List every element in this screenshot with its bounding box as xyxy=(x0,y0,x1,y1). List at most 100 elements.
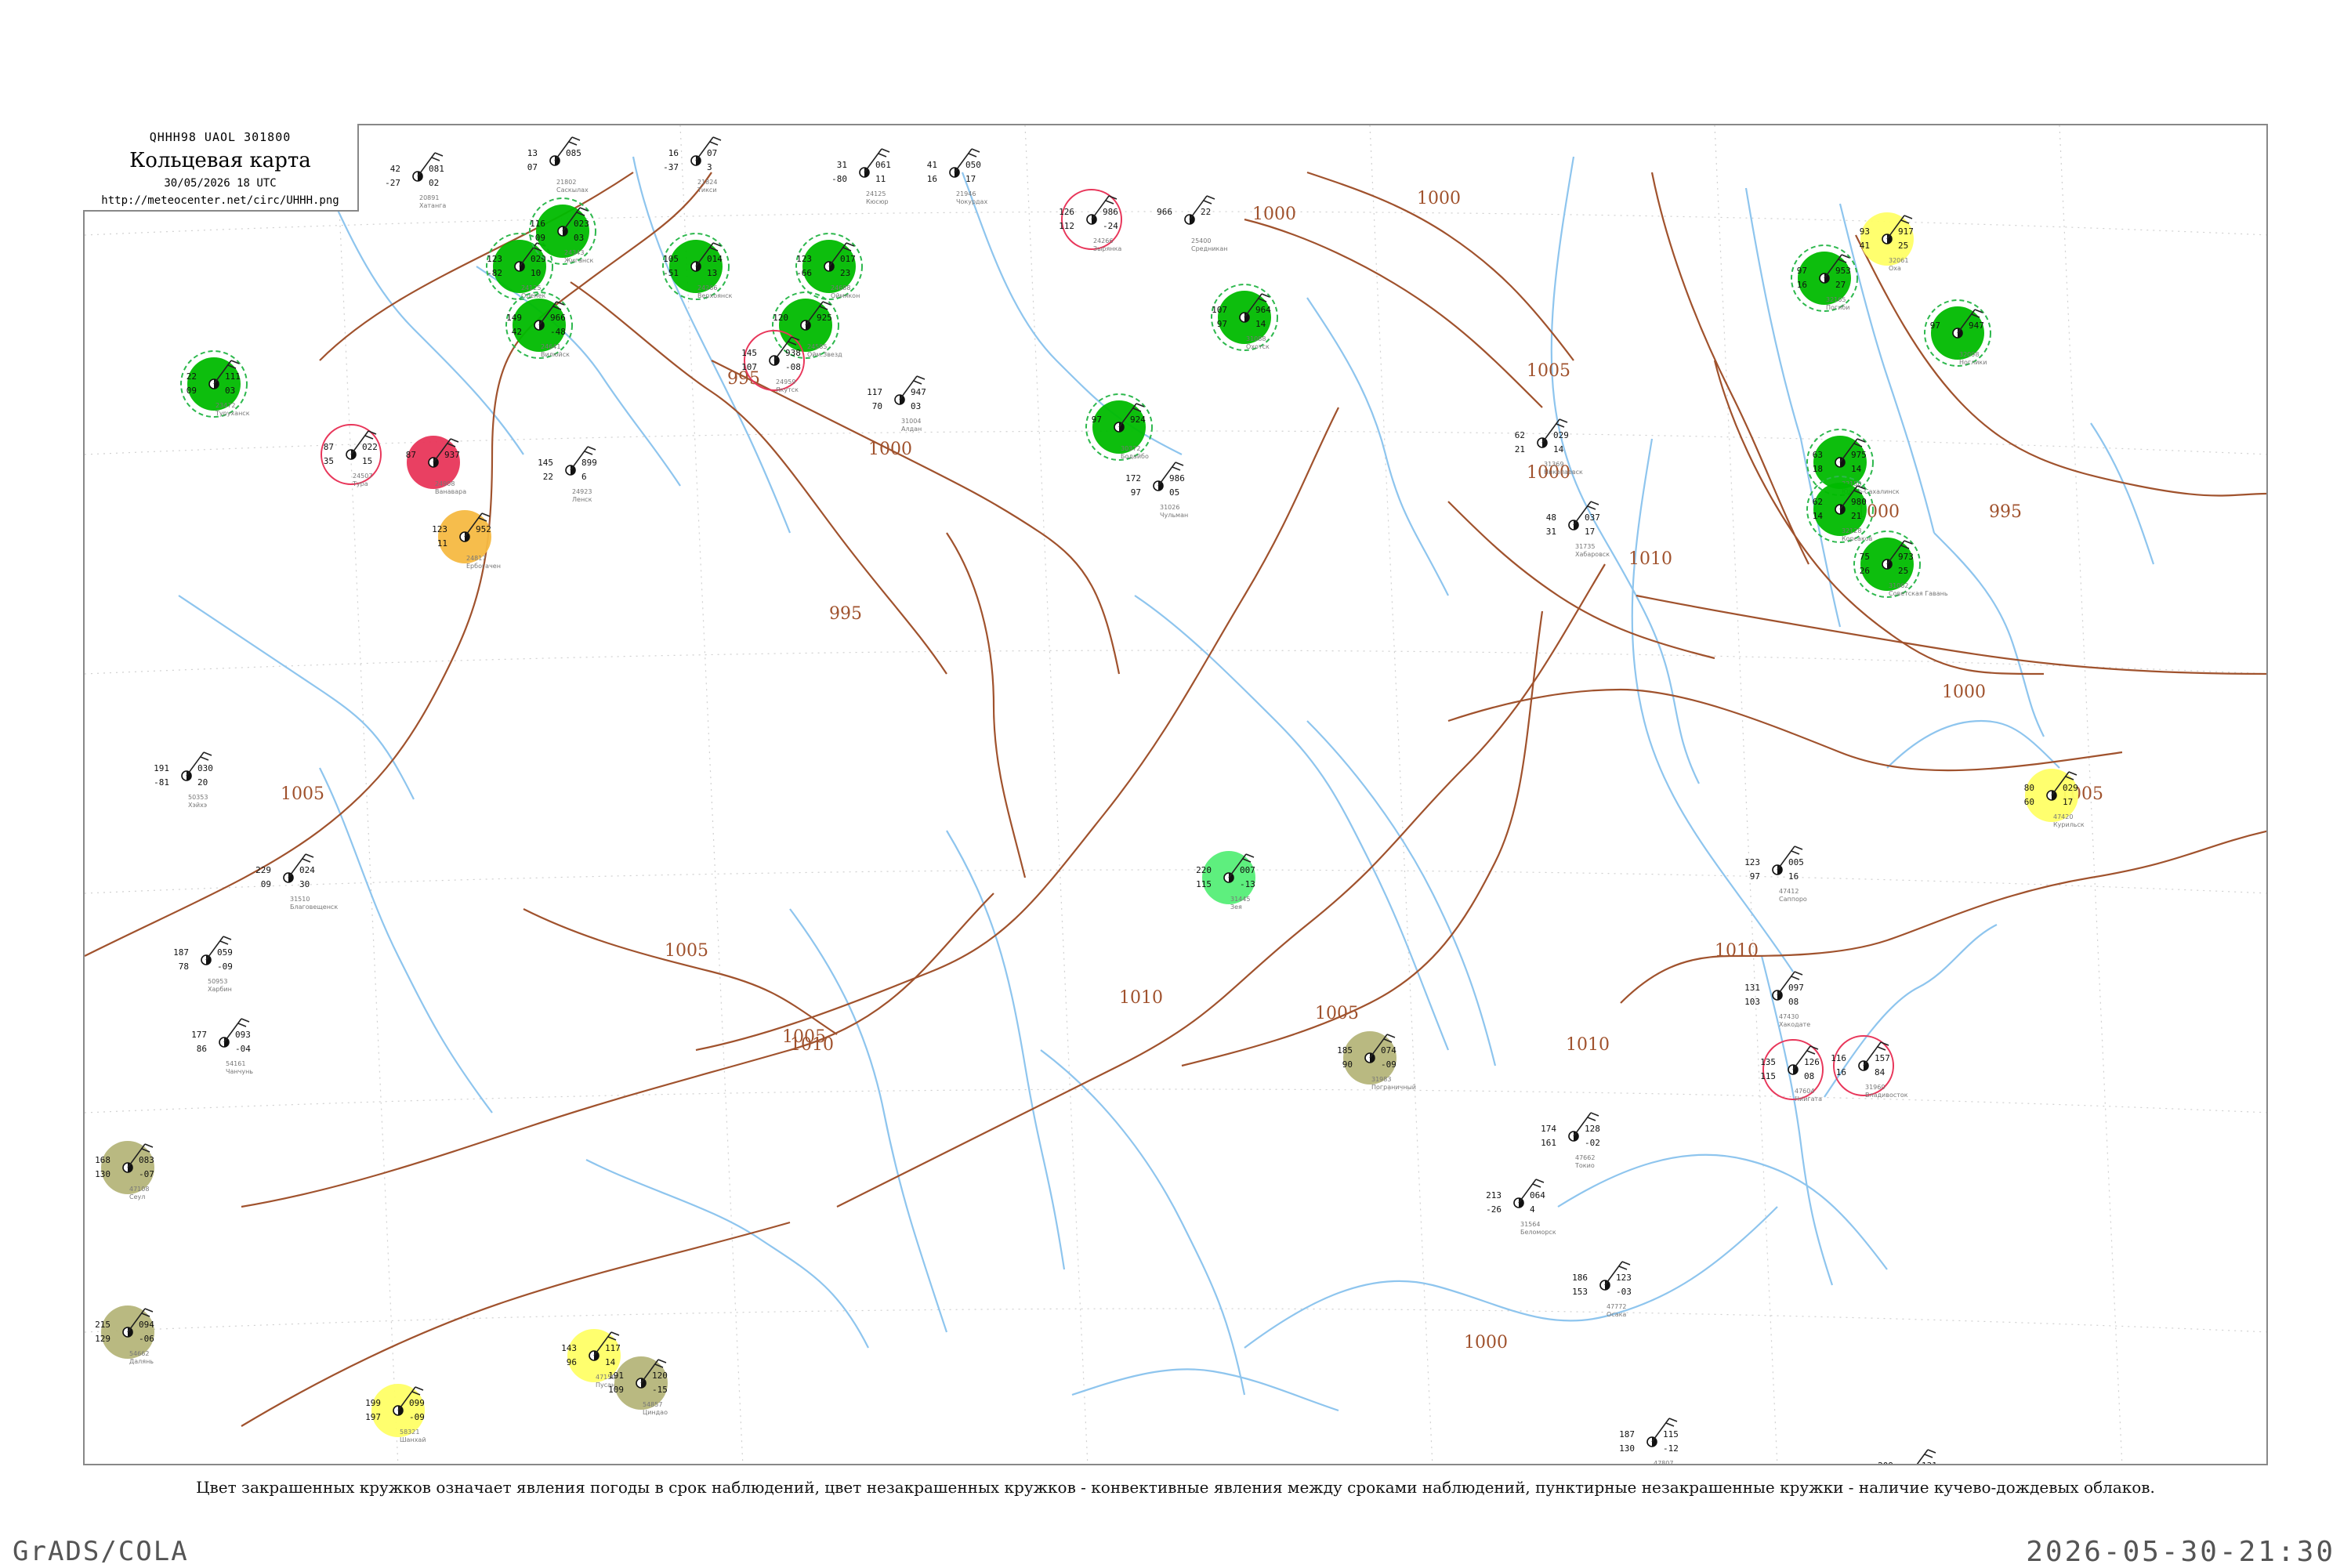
station-value: 115 xyxy=(1760,1071,1776,1081)
station-value: 31 xyxy=(837,160,847,170)
station-value: 007 xyxy=(1240,865,1255,875)
station-value: -04 xyxy=(235,1044,251,1054)
station-value: 3 xyxy=(707,162,712,172)
station-value: 05 xyxy=(1169,487,1179,498)
station-value: 899 xyxy=(581,458,597,468)
station-value: 149 xyxy=(506,313,522,323)
station-name: Курильск xyxy=(2053,821,2085,828)
station-value: 105 xyxy=(663,254,679,264)
station-value: 14 xyxy=(1851,464,1862,474)
station-plot[interactable]: 168 083 130 -07 47108Сеул xyxy=(95,1141,154,1200)
station-plot[interactable]: 187115130-1247807Фукуока xyxy=(1619,1418,1682,1465)
station-plot[interactable]: 185 074 90 -09 31983Пограничный xyxy=(1337,1031,1416,1091)
station-plot[interactable]: 149 966 42 -48 24641Вилюйск xyxy=(505,292,573,359)
station-plot[interactable]: 177 093 86 -04 54161Чанчунь xyxy=(191,1018,253,1075)
station-plot[interactable]: 62 029 21 14 31369Николаевск xyxy=(1515,418,1583,476)
station-value: 213 xyxy=(1486,1190,1502,1200)
synoptic-map: 1005100099510009951000100510051010101010… xyxy=(85,125,2266,1465)
station-plot[interactable]: 172 986 97 05 31026Чульман xyxy=(1125,462,1188,519)
station-plot[interactable]: 135 126 115 08 47604Ниигата xyxy=(1760,1039,1824,1103)
station-value: 109 xyxy=(608,1385,624,1395)
station-value: 966 xyxy=(1157,207,1172,217)
station-plot[interactable]: 2091311950247817Нагасаки xyxy=(1878,1449,1943,1465)
station-value: 199 xyxy=(365,1398,381,1408)
station-value: 161 xyxy=(1541,1138,1556,1148)
station-name: Хабаровск xyxy=(1575,551,1610,558)
station-name: Оймякон xyxy=(831,292,860,299)
station-plot[interactable]: 191 030 -81 20 50353Хэйхэ xyxy=(154,751,213,809)
station-value: -08 xyxy=(785,362,801,372)
station-name: Хатанга xyxy=(419,202,446,209)
station-plot[interactable]: 41 050 16 17 21946Чокурдах xyxy=(927,148,988,205)
station-value: 16 xyxy=(1788,871,1799,882)
station-plot[interactable]: 220 007 115 -13 31445Зея xyxy=(1196,851,1255,911)
station-plot[interactable]: 97 953 16 27 32165Погиби xyxy=(1791,244,1858,312)
station-value: 964 xyxy=(1255,305,1271,315)
station-plot[interactable]: 87 937 24908Ванавара xyxy=(406,436,466,495)
station-value: 16 xyxy=(927,174,937,184)
station-id: 31369 xyxy=(1544,461,1563,468)
station-plot[interactable]: 186 123 153 -03 47772Осака xyxy=(1572,1261,1632,1318)
station-plot[interactable]: 199 099 197 -09 58321Шанхай xyxy=(365,1384,426,1443)
station-plot[interactable]: 174 128 161 -02 47662Токио xyxy=(1541,1112,1600,1169)
station-id: 47108 xyxy=(129,1186,149,1193)
station-value: 145 xyxy=(538,458,553,468)
station-plot[interactable]: 229 024 09 30 31510Благовещенск xyxy=(255,853,338,911)
station-value: 41 xyxy=(1860,241,1870,251)
station-id: 30372 xyxy=(1121,445,1140,452)
station-value: 153 xyxy=(1572,1287,1588,1297)
station-plot[interactable]: 123 017 -66 23 24688Оймякон xyxy=(795,233,863,300)
station-plot[interactable]: 107 964 97 14 31088Охотск xyxy=(1211,284,1278,351)
station-value: 41 xyxy=(927,160,937,170)
station-plot[interactable]: 117 947 70 03 31004Алдан xyxy=(867,375,926,433)
station-plot[interactable]: 966 22 25400Средникан xyxy=(1157,195,1228,252)
station-value: 168 xyxy=(95,1155,110,1165)
station-plot[interactable]: 16 07 -37 3 21824Тикси xyxy=(663,136,722,194)
station-value: -82 xyxy=(487,268,502,278)
station-id: 24959 xyxy=(776,378,795,386)
station-plot[interactable]: 126 986 112 -24 24266Зырянка xyxy=(1059,189,1122,252)
station-value: 126 xyxy=(1059,207,1074,217)
station-plot[interactable]: 105 014 -51 13 24266Верхоянск xyxy=(662,233,733,300)
station-value: 107 xyxy=(1212,305,1227,315)
station-plot[interactable]: 215 094 129 -06 54662Далянь xyxy=(95,1305,154,1365)
station-value: 84 xyxy=(1875,1067,1886,1077)
station-plot[interactable]: 22 111 09 03 23472Туруханск xyxy=(180,350,250,418)
station-id: 47430 xyxy=(1779,1013,1799,1020)
station-value: 083 xyxy=(139,1155,154,1165)
station-plot[interactable]: 31 061 -80 11 24125Кюсюр xyxy=(831,148,891,205)
station-plot[interactable]: 97 924 30372Бодайбо xyxy=(1085,393,1153,461)
map-url-link[interactable]: http://meteocenter.net/circ/UHHH.png xyxy=(83,194,357,207)
station-plot[interactable]: 42 081 -27 02 20891Хатанга xyxy=(385,152,446,209)
station-plot[interactable]: 48 037 31 17 31735Хабаровск xyxy=(1546,501,1610,558)
station-id: 24908 xyxy=(435,480,455,487)
station-value: 116 xyxy=(530,219,545,229)
station-plot[interactable]: 97 947 32098Ноглики xyxy=(1924,299,1991,367)
station-value: 96 xyxy=(567,1357,577,1367)
station-plot[interactable]: 87 022 35 15 24507Тура xyxy=(321,424,382,487)
station-plot[interactable]: 80 029 60 17 47420Курильск xyxy=(2024,769,2085,828)
station-name: Средникан xyxy=(1191,245,1228,252)
station-value: 123 xyxy=(432,524,447,534)
station-value: 123 xyxy=(1616,1273,1632,1283)
station-plot[interactable]: 13 085 07 21802Саскылах xyxy=(527,136,589,194)
station-plot[interactable]: 187 059 78 -09 50953Харбин xyxy=(173,936,233,993)
station-value: 97 xyxy=(1797,266,1807,276)
station-name: Якутск xyxy=(776,386,799,393)
station-value: 123 xyxy=(487,254,502,264)
station-plot[interactable]: 93 917 41 25 32061Оха xyxy=(1860,212,1914,272)
station-name: Циндао xyxy=(643,1409,668,1416)
station-plot[interactable]: 145 899 22 6 24923Ленск xyxy=(538,446,597,503)
station-plot[interactable]: 123 005 97 16 47412Саппоро xyxy=(1744,846,1807,903)
station-value: 116 xyxy=(1831,1053,1846,1063)
station-value: 022 xyxy=(362,442,378,452)
station-value: 094 xyxy=(139,1320,154,1330)
station-name: Осака xyxy=(1607,1311,1626,1318)
station-name: Шанхай xyxy=(400,1436,426,1443)
station-plot[interactable]: 62 980 14 21 32128Корсаков xyxy=(1806,476,1874,543)
station-value: 22 xyxy=(187,371,197,382)
station-value: 62 xyxy=(1813,497,1823,507)
station-id: 31062 xyxy=(1889,582,1908,589)
station-plot[interactable]: 213 064 -26 4 31564Беломорск xyxy=(1486,1179,1556,1236)
station-plot[interactable]: 116 157 16 84 31960Владивосток xyxy=(1831,1035,1908,1099)
